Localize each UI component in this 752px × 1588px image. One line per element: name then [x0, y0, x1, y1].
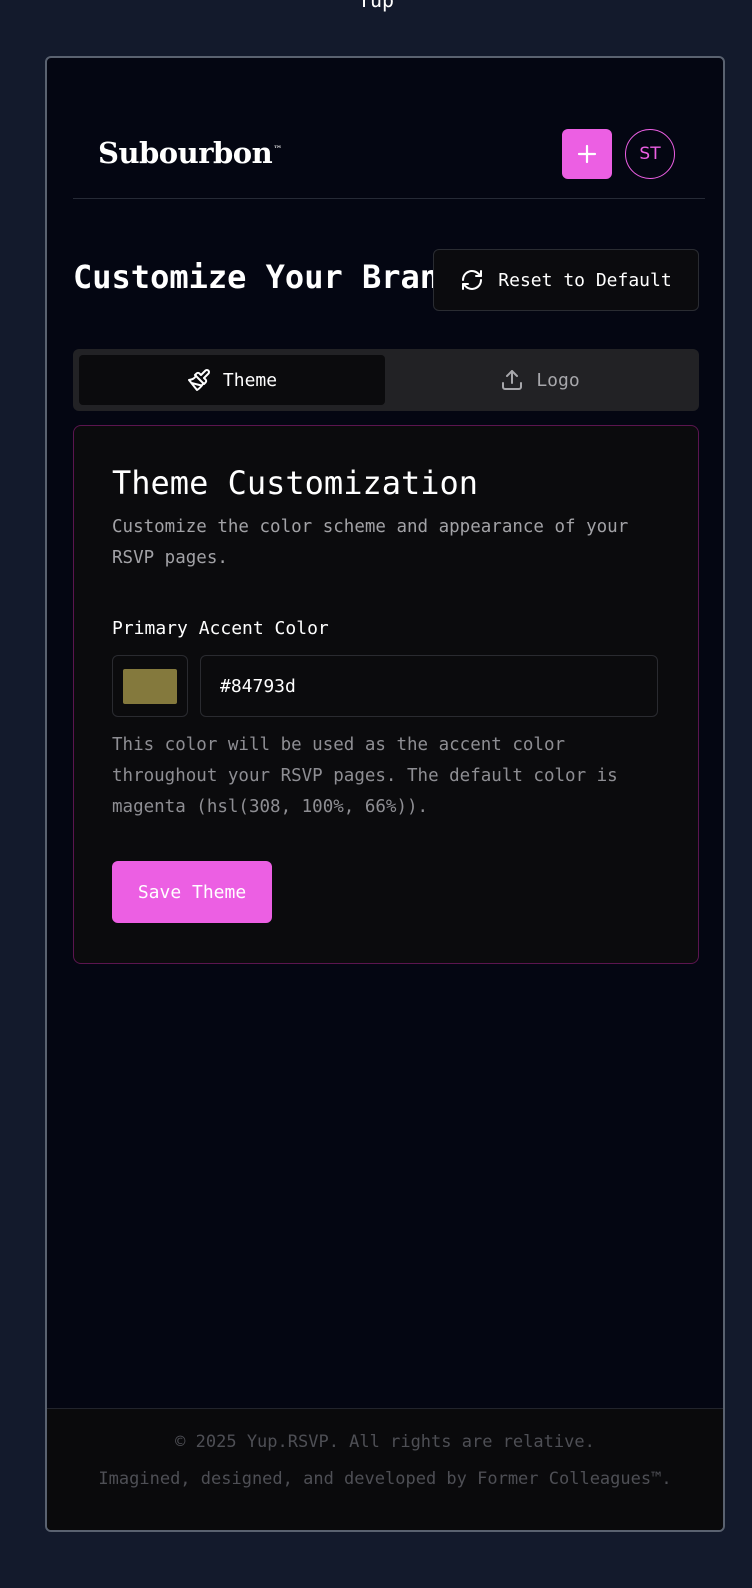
tab-logo-label: Logo	[536, 369, 580, 391]
paintbrush-icon	[187, 369, 210, 391]
save-theme-button[interactable]: Save Theme	[112, 861, 272, 923]
theme-card: Theme Customization Customize the color …	[73, 425, 699, 964]
avatar[interactable]: ST	[625, 129, 675, 179]
card-title: Theme Customization	[112, 464, 479, 502]
tab-list: Theme Logo	[73, 349, 699, 411]
brand-name: Subourbon	[98, 136, 273, 170]
top-partial-text: Yup	[357, 0, 395, 12]
tab-theme-label: Theme	[222, 369, 278, 391]
reset-to-default-button[interactable]: Reset to Default	[433, 249, 699, 311]
color-help-text: This color will be used as the accent co…	[112, 735, 618, 817]
add-button[interactable]	[562, 129, 612, 179]
accent-color-label: Primary Accent Color	[112, 618, 329, 639]
footer-credits: Imagined, designed, and developed by For…	[98, 1469, 672, 1489]
upload-icon	[502, 370, 523, 390]
color-swatch	[123, 669, 177, 704]
header: Subourbon™ ST	[73, 58, 705, 199]
refresh-icon	[462, 270, 483, 290]
footer: © 2025 Yup.RSVP. All rights are relative…	[47, 1408, 723, 1530]
page-title: Customize Your Brand	[73, 258, 459, 296]
tab-theme[interactable]: Theme	[79, 355, 385, 405]
color-hex-input[interactable]: #84793d	[200, 655, 658, 717]
app-frame: Subourbon™ ST Customize Your Brand Reset…	[45, 56, 725, 1532]
plus-icon	[577, 144, 597, 164]
brand-trademark: ™	[273, 145, 282, 156]
color-picker[interactable]	[112, 655, 188, 717]
brand-logo[interactable]: Subourbon™	[98, 136, 282, 170]
footer-copyright: © 2025 Yup.RSVP. All rights are relative…	[175, 1432, 595, 1452]
card-description: Customize the color scheme and appearanc…	[112, 517, 629, 568]
tab-logo[interactable]: Logo	[387, 355, 693, 405]
reset-label: Reset to Default	[498, 269, 672, 291]
